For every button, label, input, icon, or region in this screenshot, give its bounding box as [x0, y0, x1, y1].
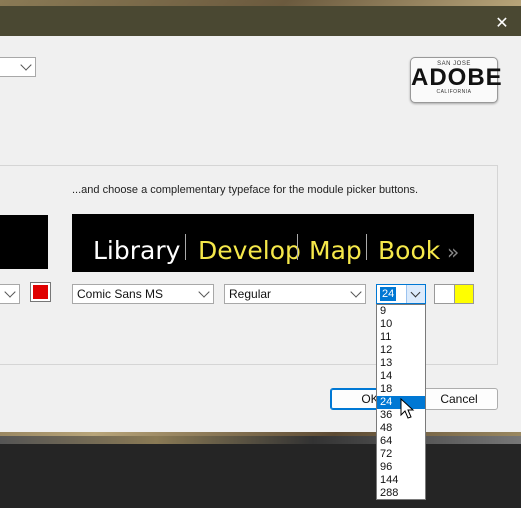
- font-size-option[interactable]: 13: [377, 357, 425, 370]
- module-color-swatch-active[interactable]: [454, 284, 474, 304]
- mouse-cursor-icon: [400, 398, 415, 419]
- identity-plate-preview: SAN JOSE ADOBE CALIFORNIA: [410, 57, 503, 103]
- identity-color-swatch[interactable]: [30, 282, 51, 302]
- module-book: Book: [378, 236, 441, 265]
- font-size-dropdown-button[interactable]: [406, 285, 425, 303]
- dialog-titlebar: ✕: [0, 6, 521, 36]
- identity-plate-select[interactable]: [0, 57, 36, 77]
- module-map: Map: [309, 236, 362, 265]
- font-style-select[interactable]: Regular: [224, 284, 366, 304]
- identity-text-preview: [0, 215, 48, 269]
- font-size-option[interactable]: 18: [377, 383, 425, 396]
- font-size-option[interactable]: 9: [377, 305, 425, 318]
- chevron-down-icon: [350, 286, 362, 298]
- cancel-button[interactable]: Cancel: [420, 388, 498, 410]
- module-separator: [297, 234, 298, 260]
- identity-font-select[interactable]: [0, 284, 20, 304]
- module-library: Library: [93, 236, 181, 265]
- font-size-option[interactable]: 12: [377, 344, 425, 357]
- plate-main-text: ADOBE: [411, 64, 503, 91]
- more-modules-icon: »: [447, 240, 460, 264]
- module-separator: [366, 234, 367, 260]
- font-size-combobox[interactable]: 24: [376, 284, 426, 304]
- font-size-option[interactable]: 14: [377, 370, 425, 383]
- chevron-down-icon: [4, 286, 16, 298]
- close-button[interactable]: ✕: [493, 15, 511, 33]
- module-develop: Develop: [198, 236, 301, 265]
- font-size-option[interactable]: 11: [377, 331, 425, 344]
- font-size-option[interactable]: 96: [377, 461, 425, 474]
- font-size-option[interactable]: 72: [377, 448, 425, 461]
- module-picker-description: ...and choose a complementary typeface f…: [72, 184, 419, 196]
- font-size-option[interactable]: 10: [377, 318, 425, 331]
- chevron-down-icon: [410, 287, 421, 298]
- chevron-down-icon: [20, 59, 32, 71]
- font-size-option[interactable]: 144: [377, 474, 425, 487]
- font-size-option[interactable]: 64: [377, 435, 425, 448]
- font-style-value: Regular: [229, 287, 272, 301]
- font-family-value: Comic Sans MS: [77, 287, 164, 301]
- chevron-down-icon: [198, 286, 210, 298]
- red-color-fill: [33, 285, 48, 299]
- font-family-select[interactable]: Comic Sans MS: [72, 284, 214, 304]
- module-color-swatch-dim[interactable]: [434, 284, 455, 304]
- background-strip: [0, 436, 521, 444]
- font-size-option[interactable]: 48: [377, 422, 425, 435]
- font-size-value[interactable]: 24: [380, 287, 397, 301]
- font-size-option[interactable]: 288: [377, 487, 425, 500]
- taskbar-area: [0, 436, 521, 508]
- module-separator: [185, 234, 186, 260]
